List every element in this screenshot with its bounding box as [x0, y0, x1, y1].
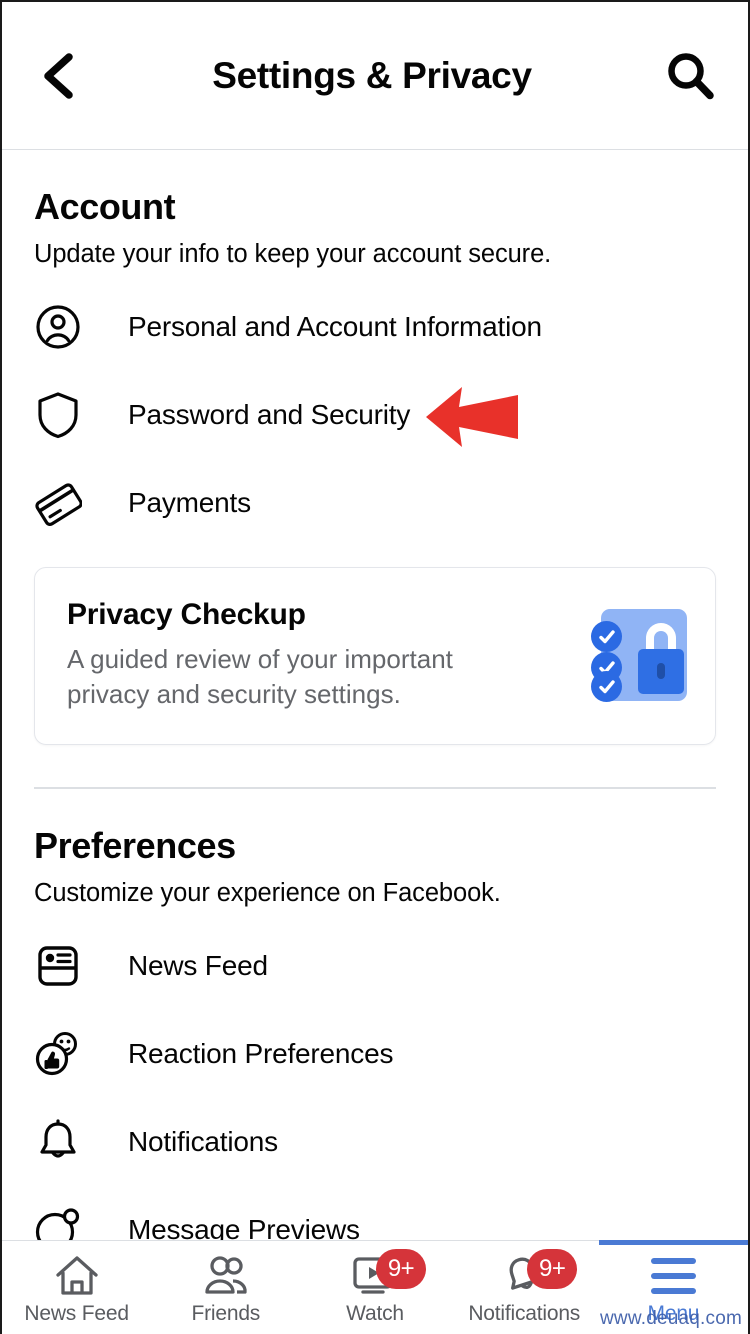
nav-label: News Feed	[24, 1302, 128, 1326]
shield-icon	[34, 391, 82, 439]
checklist-lock-illustration	[591, 607, 687, 703]
row-news-feed[interactable]: News Feed	[2, 922, 748, 1010]
preferences-rows: News Feed Reaction Preferences	[2, 908, 748, 1274]
section-subtitle: Update your info to keep your account se…	[34, 240, 716, 269]
row-label: Personal and Account Information	[128, 311, 542, 343]
settings-scroll-area[interactable]: Account Update your info to keep your ac…	[2, 150, 748, 1334]
section-title: Account	[34, 186, 716, 228]
app-header: Settings & Privacy	[2, 2, 748, 150]
watch-badge: 9+	[376, 1249, 426, 1289]
row-label: Payments	[128, 487, 251, 519]
privacy-checkup-subtitle: A guided review of your important privac…	[67, 642, 497, 712]
section-account-header: Account Update your info to keep your ac…	[2, 150, 748, 269]
search-button[interactable]	[662, 47, 720, 105]
bell-icon	[34, 1118, 82, 1166]
row-label: News Feed	[128, 950, 268, 982]
section-title: Preferences	[34, 825, 716, 867]
phone-screen: Settings & Privacy Account Update your i…	[0, 0, 750, 1334]
search-icon	[665, 50, 717, 102]
row-personal-and-account-information[interactable]: Personal and Account Information	[2, 283, 748, 371]
home-icon	[54, 1255, 100, 1297]
row-label: Password and Security	[128, 399, 410, 431]
row-label: Reaction Preferences	[128, 1038, 393, 1070]
nav-tab-watch[interactable]: 9+ Watch	[300, 1241, 449, 1334]
section-subtitle: Customize your experience on Facebook.	[34, 879, 716, 908]
nav-tab-friends[interactable]: Friends	[151, 1241, 300, 1334]
row-label: Notifications	[128, 1126, 278, 1158]
watermark: www.deuaq.com	[600, 1308, 742, 1330]
nav-tab-notifications[interactable]: 9+ Notifications	[450, 1241, 599, 1334]
credit-card-icon	[34, 479, 82, 527]
row-password-and-security[interactable]: Password and Security	[2, 371, 748, 459]
thumbs-up-face-icon	[34, 1030, 82, 1078]
privacy-checkup-text: Privacy Checkup A guided review of your …	[67, 598, 591, 712]
nav-label: Friends	[191, 1302, 260, 1326]
back-button[interactable]	[30, 47, 88, 105]
row-notifications[interactable]: Notifications	[2, 1098, 748, 1186]
friends-icon	[202, 1255, 250, 1297]
nav-label: Watch	[346, 1302, 404, 1326]
row-reaction-preferences[interactable]: Reaction Preferences	[2, 1010, 748, 1098]
bottom-navigation: News Feed Friends	[2, 1240, 748, 1334]
hamburger-menu-icon	[651, 1258, 696, 1294]
row-payments[interactable]: Payments	[2, 459, 748, 547]
notifications-badge: 9+	[527, 1249, 577, 1289]
section-preferences-header: Preferences Customize your experience on…	[2, 789, 748, 908]
nav-tab-menu[interactable]: Menu www.deuaq.com	[599, 1241, 748, 1334]
account-rows: Personal and Account Information Passwor…	[2, 269, 748, 547]
person-circle-icon	[34, 303, 82, 351]
nav-tab-news-feed[interactable]: News Feed	[2, 1241, 151, 1334]
privacy-checkup-card[interactable]: Privacy Checkup A guided review of your …	[34, 567, 716, 745]
chevron-left-icon	[39, 51, 79, 101]
nav-label: Notifications	[468, 1302, 580, 1326]
page-title: Settings & Privacy	[82, 55, 662, 97]
news-feed-icon	[34, 942, 82, 990]
privacy-checkup-title: Privacy Checkup	[67, 598, 573, 632]
